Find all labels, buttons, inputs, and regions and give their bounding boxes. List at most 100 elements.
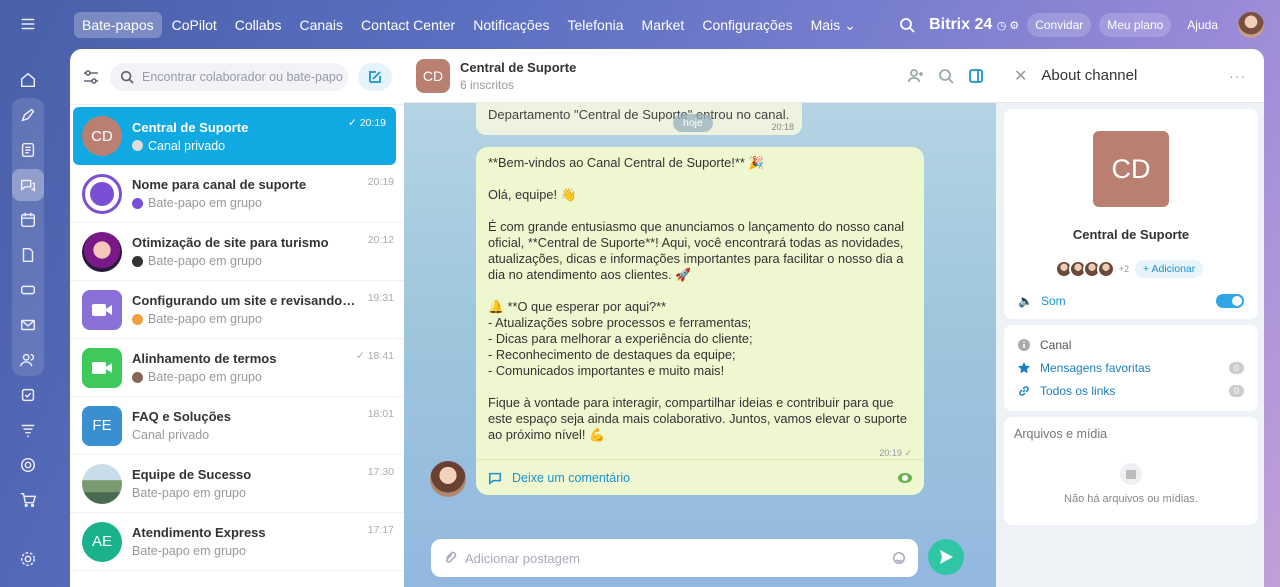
settings-icon[interactable]	[12, 543, 44, 575]
sound-row: 🔈 Som	[1004, 294, 1258, 308]
logo-text: Bitrix 24	[929, 16, 993, 33]
nav-configuracoes[interactable]: Configurações	[694, 12, 800, 38]
target-icon[interactable]	[12, 449, 44, 481]
emoji-icon[interactable]	[892, 551, 906, 565]
channel-info-panel: ✕ About channel ··· CD Central de Suport…	[996, 49, 1264, 587]
chat-header: CD Central de Suporte 6 inscritos	[404, 49, 996, 103]
search-icon[interactable]	[899, 17, 915, 33]
chat-time: 20:19	[367, 176, 394, 188]
chat-subtitle: Bate-papo em grupo	[132, 544, 246, 558]
chat-time: 20:19	[359, 117, 386, 129]
search-icon[interactable]	[938, 68, 954, 84]
more-icon[interactable]: ···	[1229, 68, 1246, 84]
sidebar-toggle-icon[interactable]	[968, 68, 984, 84]
member-avatar	[132, 255, 143, 267]
mail-icon[interactable]	[12, 309, 44, 341]
speaker-icon: 🔈	[1018, 294, 1033, 308]
chat-title: Nome para canal de suporte	[132, 177, 307, 192]
chat-icon[interactable]	[12, 169, 44, 201]
send-button[interactable]	[928, 539, 964, 575]
date-divider: hoje	[673, 114, 713, 132]
star-icon	[1018, 361, 1030, 373]
top-right: Bitrix 24 ◷ ⚙ Convidar Meu plano Ajuda	[899, 0, 1264, 50]
user-avatar[interactable]	[1238, 12, 1264, 38]
nav-market[interactable]: Market	[634, 12, 693, 38]
add-member-button[interactable]: + Adicionar	[1135, 260, 1204, 278]
list-item[interactable]: Configurando um site e revisando os proj…	[70, 281, 404, 339]
chat-subtitle: Bate-papo em grupo	[148, 312, 262, 326]
nav-notificacoes[interactable]: Notificações	[465, 12, 557, 38]
nav-contact-center[interactable]: Contact Center	[353, 12, 463, 38]
member-avatar	[132, 197, 143, 209]
nav-telefonia[interactable]: Telefonia	[559, 12, 631, 38]
subscribers-count[interactable]: 6 inscritos	[460, 78, 576, 92]
list-item[interactable]: FE FAQ e Soluções Canal privado 18:01	[70, 397, 404, 455]
list-item[interactable]: AE Atendimento Express Bate-papo em grup…	[70, 513, 404, 571]
chat-title: Otimização de site para turismo	[132, 235, 329, 250]
member-avatar	[132, 371, 143, 383]
links-row[interactable]: Todos os links 0	[1004, 379, 1258, 402]
comment-button[interactable]: Deixe um comentário	[476, 459, 924, 495]
member-avatar[interactable]	[1096, 260, 1115, 278]
users-icon[interactable]	[12, 344, 44, 376]
eye-icon[interactable]	[898, 472, 912, 483]
document-icon[interactable]	[12, 239, 44, 271]
close-icon[interactable]: ✕	[1014, 66, 1027, 86]
list-item[interactable]: Nome para canal de suporte Bate-papo em …	[70, 165, 404, 223]
clock-icon: ◷ ⚙	[996, 20, 1020, 32]
plan-button[interactable]: Meu plano	[1099, 13, 1172, 37]
calendar-icon[interactable]	[12, 204, 44, 236]
chat-title: Central de Suporte	[132, 119, 249, 135]
chat-avatar	[82, 231, 122, 272]
chat-subtitle: Bate-papo em grupo	[148, 196, 262, 210]
channel-post[interactable]: **Bem-vindos ao Canal Central de Suporte…	[476, 147, 924, 495]
sender-avatar[interactable]	[430, 461, 466, 497]
post-paragraph: 🔔 **O que esperar por aqui?** - Atualiza…	[488, 299, 753, 378]
nav-canais[interactable]: Canais	[291, 12, 351, 38]
chat-avatar: FE	[82, 405, 122, 446]
home-icon[interactable]	[12, 64, 44, 96]
channel-avatar[interactable]: CD	[416, 58, 450, 93]
check-icon: ✓	[348, 117, 360, 129]
post-input[interactable]: Adicionar postagem	[431, 539, 918, 577]
list-item[interactable]: Alinhamento de termos Bate-papo em grupo…	[70, 339, 404, 397]
nav-bate-papos[interactable]: Bate-papos	[74, 12, 162, 38]
menu-icon[interactable]	[12, 8, 44, 40]
channel-details-card: Canal Mensagens favoritas 0 Todos os lin…	[1004, 325, 1258, 411]
channel-type-label: Canal	[1040, 337, 1072, 352]
search-input[interactable]: Encontrar colaborador ou bate-papo	[110, 62, 348, 91]
sound-toggle[interactable]	[1216, 294, 1244, 308]
invite-button[interactable]: Convidar	[1027, 13, 1092, 37]
channel-big-avatar: CD	[1093, 131, 1169, 207]
favorites-row[interactable]: Mensagens favoritas 0	[1004, 356, 1258, 379]
left-rail	[0, 0, 56, 587]
nav-collabs[interactable]: Collabs	[227, 12, 290, 38]
no-media-text: Não há arquivos ou mídias.	[1064, 493, 1198, 505]
more-members[interactable]: +2	[1119, 264, 1129, 274]
drive-icon[interactable]	[12, 274, 44, 306]
cart-icon[interactable]	[12, 484, 44, 516]
comment-label: Deixe um comentário	[512, 470, 631, 485]
post-paragraph: Fique à vontade para interagir, comparti…	[488, 395, 907, 442]
nav-mais[interactable]: Mais ⌄	[803, 12, 864, 39]
post-time: 20:19	[879, 448, 902, 458]
chat-time: 20:12	[367, 234, 394, 246]
chat-title: Equipe de Sucesso	[132, 467, 252, 482]
chevron-down-icon: ⌄	[844, 16, 856, 33]
tasks-icon[interactable]	[12, 379, 44, 411]
list-item[interactable]: Otimização de site para turismo Bate-pap…	[70, 223, 404, 281]
bitrix-logo[interactable]: Bitrix 24 ◷ ⚙	[929, 16, 1019, 34]
new-chat-button[interactable]	[358, 62, 392, 91]
list-item[interactable]: CD Central de Suporte Canal privado ✓ 20…	[73, 107, 396, 165]
channel-title[interactable]: Central de Suporte	[460, 60, 576, 75]
docs-icon[interactable]	[12, 134, 44, 166]
attach-icon[interactable]	[443, 551, 457, 565]
list-item[interactable]: Equipe de Sucesso Bate-papo em grupo 17:…	[70, 455, 404, 513]
add-user-icon[interactable]	[908, 68, 924, 84]
feed-icon[interactable]	[12, 99, 44, 131]
filter-icon[interactable]	[82, 68, 100, 86]
crm-icon[interactable]	[12, 414, 44, 446]
nav-copilot[interactable]: CoPilot	[164, 12, 225, 38]
help-button[interactable]: Ajuda	[1179, 13, 1226, 37]
links-label: Todos os links	[1040, 383, 1116, 398]
